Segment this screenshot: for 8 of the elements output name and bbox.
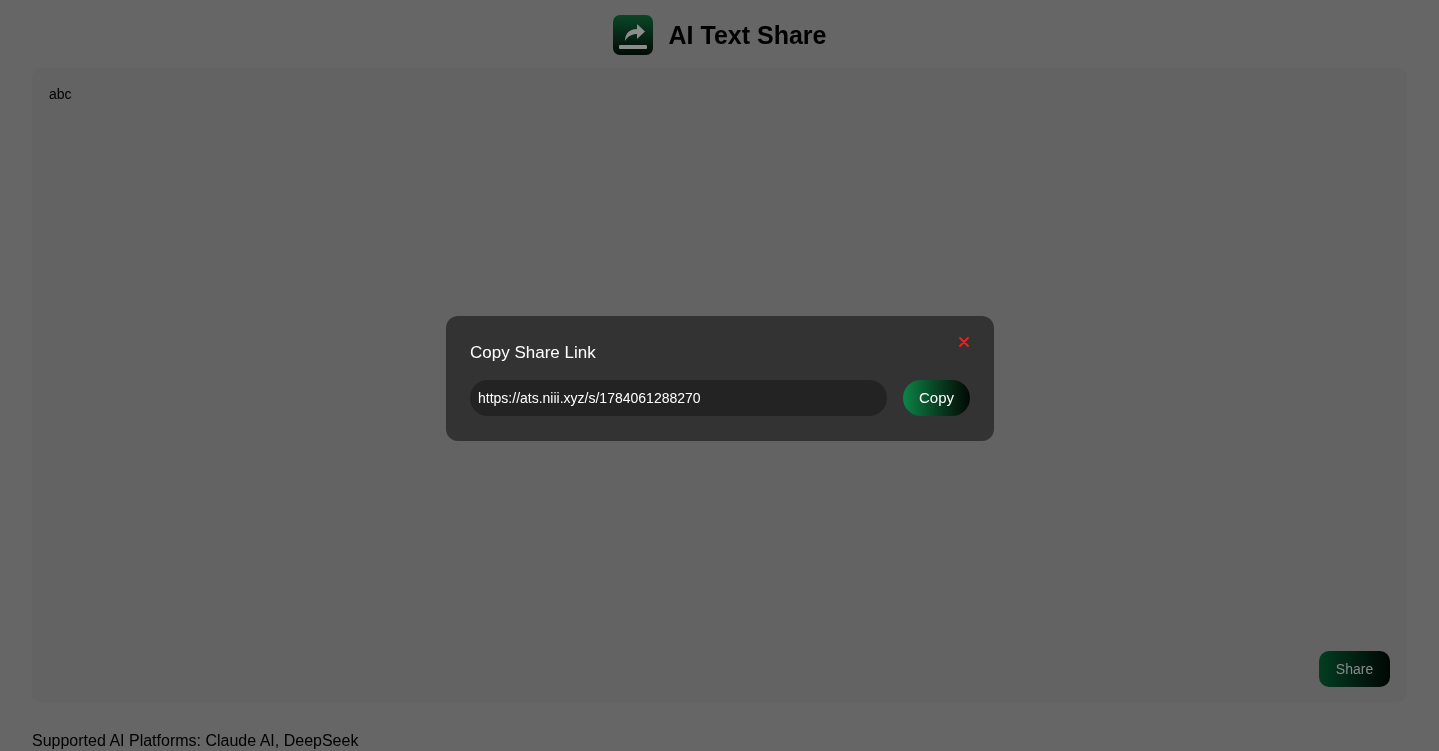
app-title: AI Text Share [668, 19, 827, 50]
share-arrow-logo-icon [612, 14, 653, 55]
copy-button[interactable]: Copy [903, 380, 970, 416]
share-button[interactable]: Share [1319, 651, 1390, 687]
share-link-field[interactable]: https://ats.niii.xyz/s/1784061288270 [470, 380, 887, 416]
dialog-title: Copy Share Link [470, 342, 596, 363]
supported-platforms-text: Supported AI Platforms: Claude AI, DeepSeek [32, 732, 360, 750]
close-icon[interactable] [959, 337, 969, 347]
